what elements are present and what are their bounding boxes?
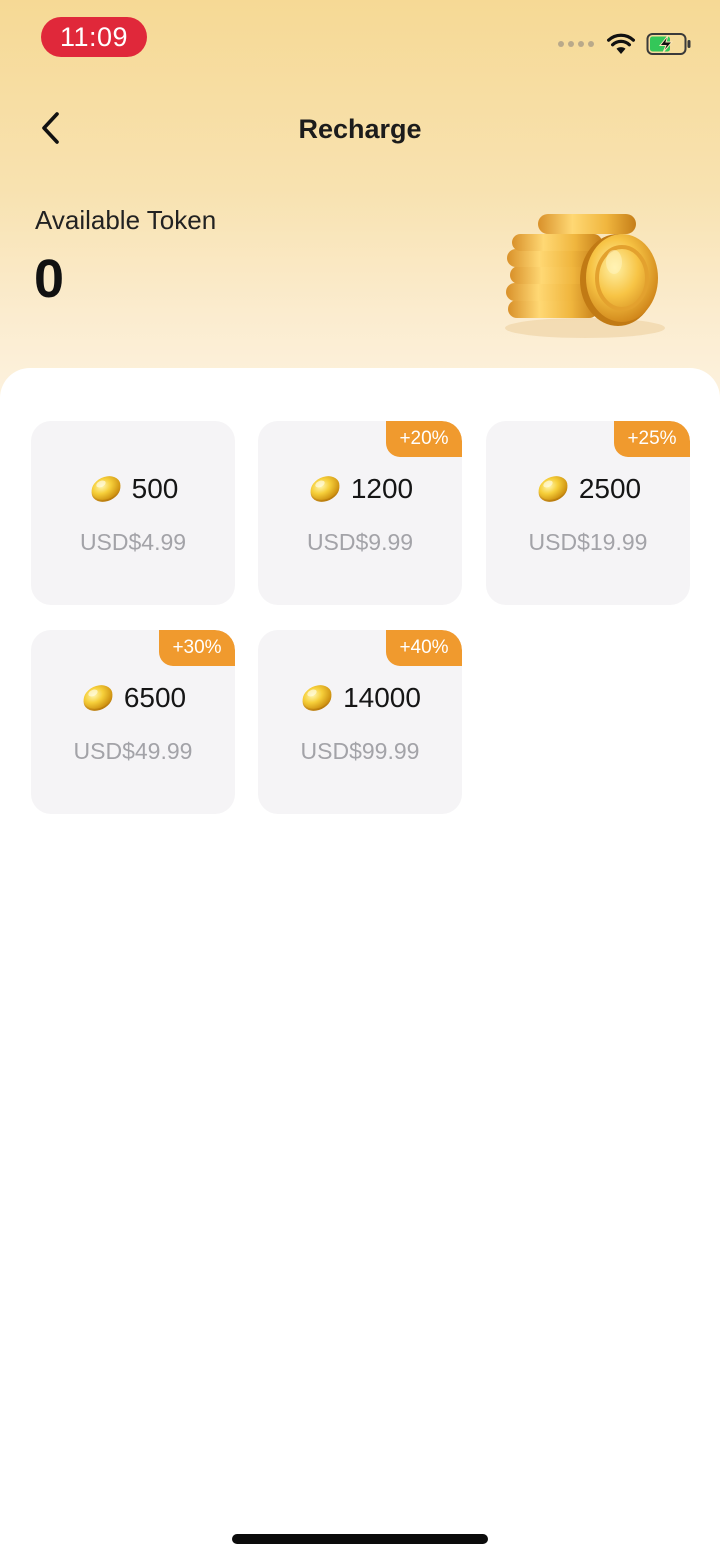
available-token-label: Available Token [35, 205, 217, 235]
package-amount: 6500 [123, 682, 187, 713]
package-card[interactable]: +40% 14000 USD$99.99 [258, 630, 462, 814]
package-amount: 14000 [343, 682, 421, 713]
package-amount: 500 [131, 473, 179, 504]
coin-icon [91, 476, 121, 502]
package-amount: 2500 [578, 473, 642, 504]
signal-dots-icon [558, 41, 594, 47]
package-price: USD$4.99 [79, 529, 187, 555]
home-indicator[interactable] [232, 1534, 488, 1544]
coin-icon [310, 476, 340, 502]
coin-icon [538, 476, 568, 502]
coin-stack-icon [505, 214, 665, 338]
package-amount-row: 1200 [258, 471, 462, 507]
package-card[interactable]: +30% 6500 USD$49.99 [31, 630, 235, 814]
package-card[interactable]: +25% 2500 USD$19.99 [486, 421, 690, 605]
package-amount: 1200 [350, 473, 414, 504]
page-title: Recharge [298, 114, 422, 144]
wifi-icon [607, 33, 635, 54]
package-amount-row: 500 [31, 471, 235, 507]
package-amount-row: 2500 [486, 471, 690, 507]
battery-charging-icon [646, 33, 691, 55]
packages-panel: 500 USD$4.99 +20% 1200 USD$9.99 +25% 250… [0, 368, 720, 1560]
status-time: 11:09 [41, 17, 147, 57]
package-amount-row: 6500 [31, 680, 235, 716]
bonus-badge: +30% [159, 630, 235, 666]
available-token-value: 0 [34, 249, 65, 309]
bonus-badge: +20% [386, 421, 462, 457]
bonus-badge: +40% [386, 630, 462, 666]
status-icons [558, 30, 692, 58]
recharge-screen: 11:09 Recharge Available Token 0 500 USD… [0, 0, 720, 1560]
package-card[interactable]: +20% 1200 USD$9.99 [258, 421, 462, 605]
bonus-badge: +25% [614, 421, 690, 457]
package-price: USD$99.99 [300, 738, 420, 764]
package-card[interactable]: 500 USD$4.99 [31, 421, 235, 605]
coin-icon [302, 685, 332, 711]
coin-icon [83, 685, 113, 711]
package-price: USD$19.99 [528, 529, 648, 555]
package-price: USD$9.99 [306, 529, 414, 555]
package-amount-row: 14000 [258, 680, 462, 716]
package-price: USD$49.99 [73, 738, 193, 764]
